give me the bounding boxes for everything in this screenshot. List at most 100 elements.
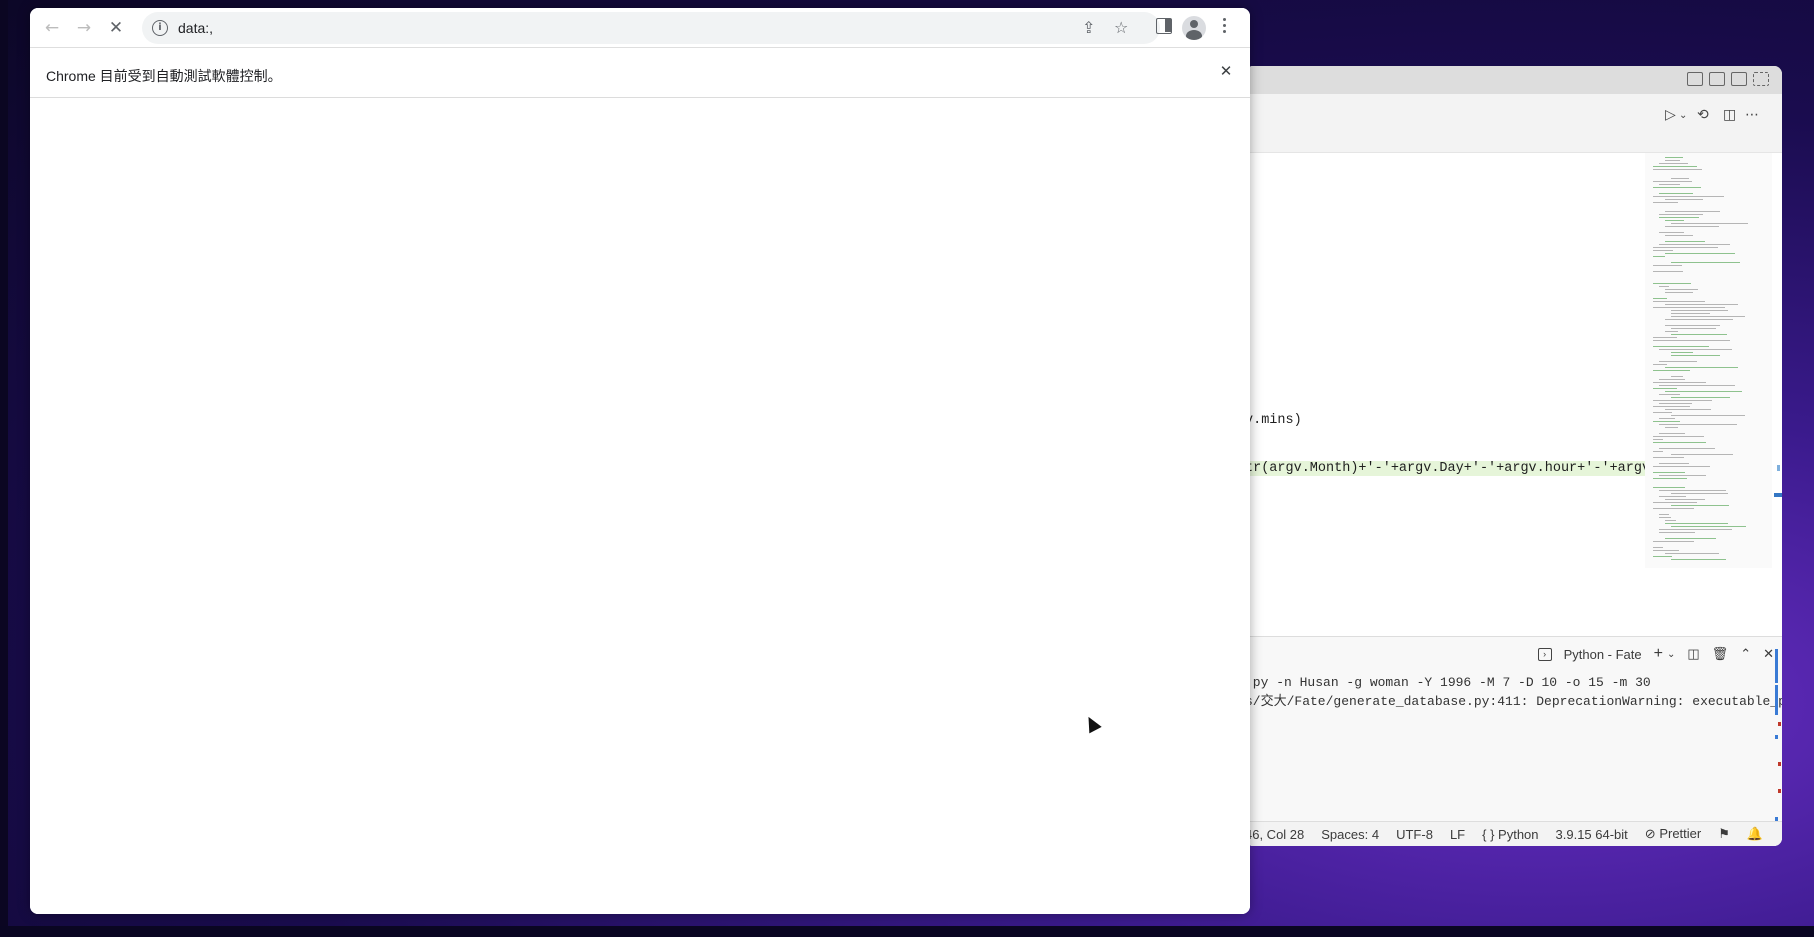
code-editor[interactable]: v.mins) tr(argv.Month)+'-'+argv.Day+'-'+…: [1245, 152, 1782, 636]
minimap-line: [1671, 397, 1730, 398]
address-bar[interactable]: i data:, ⇪ ☆: [142, 12, 1160, 44]
minimap-line: [1653, 556, 1672, 557]
minimap-line: [1653, 187, 1701, 188]
close-icon[interactable]: ✕: [1216, 61, 1236, 81]
chrome-menu-icon[interactable]: [1223, 18, 1227, 36]
site-info-icon[interactable]: i: [152, 20, 168, 36]
prettier-status[interactable]: ⊘ Prettier: [1645, 826, 1701, 842]
language-mode[interactable]: { } Python: [1482, 827, 1538, 842]
cursor-position[interactable]: 46, Col 28: [1245, 827, 1304, 842]
stop-loading-icon[interactable]: ✕: [104, 16, 128, 40]
toggle-primary-sidebar-icon[interactable]: [1687, 72, 1703, 86]
minimap-line: [1659, 496, 1686, 497]
side-panel-icon[interactable]: [1156, 18, 1172, 34]
terminal-dropdown-icon[interactable]: ⌄: [1667, 649, 1675, 660]
end-of-line[interactable]: LF: [1450, 827, 1465, 842]
minimap-line: [1671, 454, 1733, 455]
page-content[interactable]: [30, 98, 1250, 914]
minimap-line: [1665, 211, 1720, 212]
share-icon[interactable]: ⇪: [1082, 18, 1095, 37]
minimap-line: [1659, 379, 1685, 380]
minimap-line: [1659, 403, 1692, 404]
customize-layout-icon[interactable]: [1753, 72, 1769, 86]
minimap-line: [1665, 538, 1716, 539]
scrollbar-marker: [1777, 465, 1780, 471]
minimap-line: [1665, 289, 1698, 290]
encoding[interactable]: UTF-8: [1396, 827, 1433, 842]
minimap-line: [1653, 439, 1663, 440]
side-panel-fill: [1165, 19, 1171, 32]
minimap-line: [1665, 520, 1676, 521]
minimap-line: [1671, 262, 1740, 263]
browser-toolbar: ← → ✕ i data:, ⇪ ☆: [30, 8, 1250, 48]
minimap-line: [1665, 226, 1719, 227]
minimap-line: [1653, 487, 1685, 488]
minimap-line: [1671, 178, 1689, 179]
split-editor-icon[interactable]: ◫: [1723, 107, 1736, 123]
code-line-highlighted: tr(argv.Month)+'-'+argv.Day+'-'+argv.hou…: [1245, 461, 1691, 476]
close-panel-icon[interactable]: ✕: [1763, 646, 1774, 662]
minimap-line: [1659, 385, 1735, 386]
split-terminal-icon[interactable]: ◫: [1687, 646, 1699, 662]
toggle-panel-icon[interactable]: [1709, 72, 1725, 86]
minimap-line: [1653, 400, 1712, 401]
minimap-line: [1653, 406, 1690, 407]
scrollbar-marker: [1775, 685, 1778, 715]
minimap-line: [1671, 415, 1745, 416]
url-text[interactable]: data:,: [178, 20, 213, 36]
more-actions-icon[interactable]: ⋯: [1745, 107, 1759, 123]
minimap-line: [1653, 271, 1683, 272]
notifications-bell-icon[interactable]: 🔔: [1747, 826, 1763, 842]
minimap-line: [1653, 307, 1725, 308]
indentation[interactable]: Spaces: 4: [1321, 827, 1379, 842]
minimap-line: [1653, 181, 1692, 182]
minimap-line: [1671, 376, 1683, 377]
terminal-line: .py -n Husan -g woman -Y 1996 -M 7 -D 10…: [1245, 675, 1651, 690]
minimap[interactable]: [1645, 153, 1772, 568]
python-interpreter[interactable]: 3.9.15 64-bit: [1556, 827, 1628, 842]
terminal-line: s/交大/Fate/generate_database.py:411: Depr…: [1245, 694, 1782, 709]
minimap-line: [1653, 265, 1682, 266]
vscode-window: ▷ ⌄ ⟲ ◫ ⋯ v.mins) tr(argv.Month)+'-'+arg…: [1245, 66, 1782, 846]
feedback-icon[interactable]: ⚑: [1718, 826, 1730, 842]
forward-arrow-icon[interactable]: →: [72, 16, 96, 40]
minimap-line: [1653, 436, 1704, 437]
run-dropdown-icon[interactable]: ⌄: [1679, 110, 1687, 121]
minimap-line: [1671, 493, 1728, 494]
profile-avatar-icon[interactable]: [1182, 16, 1206, 40]
minimap-line: [1653, 541, 1694, 542]
minimap-line: [1653, 196, 1724, 197]
terminal-name[interactable]: Python - Fate: [1564, 647, 1642, 662]
minimap-line: [1653, 442, 1706, 443]
bookmark-star-icon[interactable]: ☆: [1114, 18, 1128, 37]
minimap-line: [1671, 355, 1720, 356]
minimap-line: [1653, 364, 1667, 365]
minimap-line: [1659, 232, 1684, 233]
minimap-line: [1653, 283, 1691, 284]
toggle-secondary-sidebar-icon[interactable]: [1731, 72, 1747, 86]
source-control-icon[interactable]: ⟲: [1697, 107, 1709, 123]
scrollbar-marker: [1774, 493, 1782, 497]
minimap-line: [1659, 463, 1689, 464]
run-python-icon[interactable]: ▷: [1665, 107, 1676, 123]
minimap-line: [1665, 292, 1693, 293]
minimap-line: [1653, 337, 1677, 338]
minimap-line: [1653, 508, 1694, 509]
desktop-edge: [0, 0, 8, 937]
trash-icon[interactable]: 🗑: [1712, 646, 1729, 662]
minimap-line: [1665, 241, 1705, 242]
minimap-line: [1665, 199, 1703, 200]
minimap-line: [1659, 349, 1732, 350]
minimap-line: [1665, 157, 1683, 158]
minimap-line: [1659, 163, 1688, 164]
minimap-line: [1653, 370, 1690, 371]
minimap-line: [1659, 475, 1706, 476]
minimap-line: [1659, 532, 1695, 533]
minimap-line: [1653, 346, 1709, 347]
minimap-line: [1665, 427, 1678, 428]
back-arrow-icon[interactable]: ←: [40, 16, 64, 40]
new-terminal-icon[interactable]: +: [1654, 645, 1663, 663]
minimap-line: [1653, 421, 1680, 422]
minimap-line: [1653, 478, 1687, 479]
maximize-panel-icon[interactable]: ⌃: [1740, 646, 1751, 662]
